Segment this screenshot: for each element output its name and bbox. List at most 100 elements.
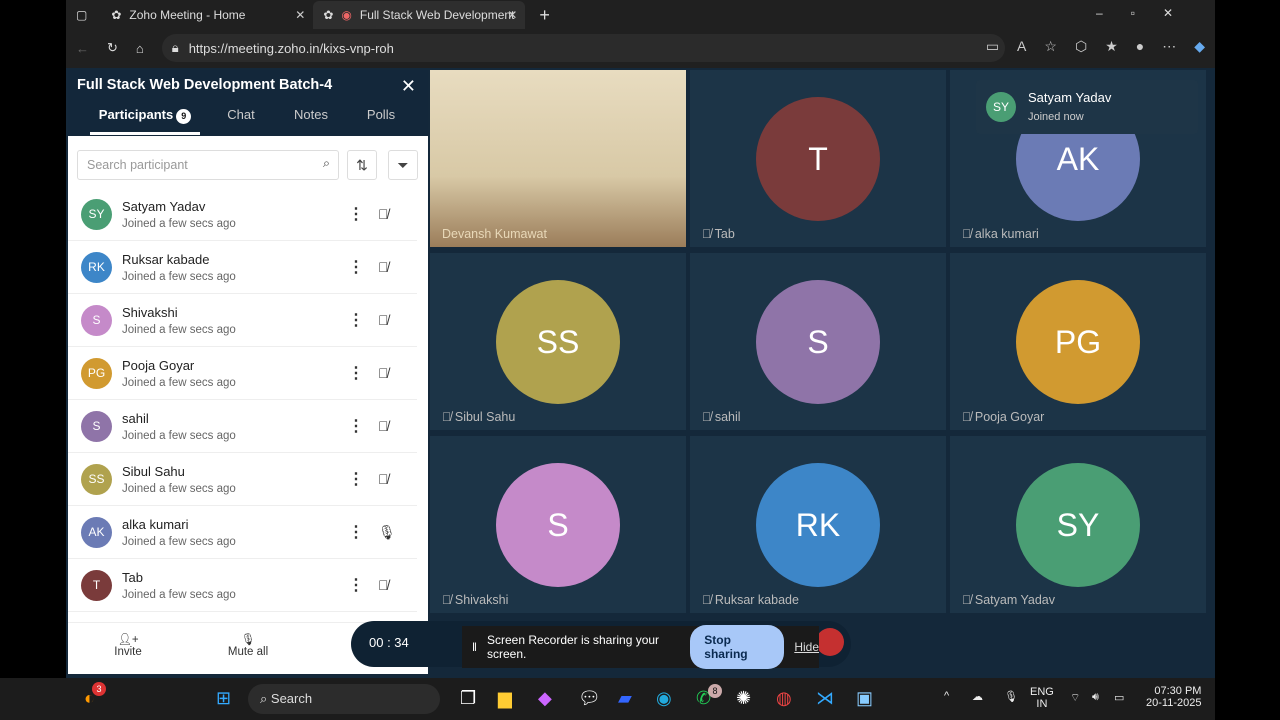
participant-tile[interactable]: SS 🎙̸ Sibul Sahu (430, 253, 686, 430)
recording-icon: ◉ (341, 8, 352, 22)
url-bar[interactable]: 🔒︎ https://meeting.zoho.in/kixs-vnp-roh (161, 34, 1005, 62)
close-panel-icon[interactable]: ✕ (401, 76, 416, 97)
invite-button[interactable]: 👤︎+ Invite (68, 623, 188, 674)
taskbar-search[interactable]: ⌕ Search (248, 684, 440, 714)
favorites-icon[interactable]: ★ (1105, 38, 1118, 55)
participant-item[interactable]: SS Sibul Sahu Joined a few secs ago ⋮ 🎙̸ (68, 453, 417, 506)
edge-icon[interactable]: ◉ (656, 688, 672, 709)
language-indicator[interactable]: ENG IN (1030, 686, 1054, 710)
copilot-icon[interactable]: ◆ (1194, 38, 1205, 55)
chat-app-icon[interactable]: 💬︎ (578, 688, 601, 709)
mic-muted-icon[interactable]: 🎙̸ (378, 577, 389, 593)
refresh-icon[interactable]: ↻ (107, 40, 118, 56)
participant-tile[interactable]: RK 🎙̸ Ruksar kabade (690, 436, 946, 613)
participant-name: alka kumari (122, 516, 189, 532)
more-options-icon[interactable]: ⋮ (348, 310, 364, 330)
sort-button[interactable]: ⇅ (347, 150, 377, 180)
extensions-icon[interactable]: ⬡ (1075, 38, 1087, 55)
meeting-title: Full Stack Web Development Batch-4 (77, 77, 333, 93)
participant-item[interactable]: S Shivakshi Joined a few secs ago ⋮ 🎙̸ (68, 294, 417, 347)
profile-avatar[interactable]: ● (1136, 38, 1144, 55)
onedrive-icon[interactable]: ☁ (972, 690, 983, 703)
new-tab-button[interactable]: + (525, 5, 550, 26)
drag-handle-icon[interactable]: ‖ (472, 640, 477, 654)
read-aloud-icon[interactable]: A (1017, 38, 1026, 55)
tab-participants[interactable]: Participants 9 (90, 107, 200, 135)
mic-muted-icon[interactable]: 🎙̸ (378, 206, 389, 222)
participant-status: Joined a few secs ago (122, 270, 236, 283)
more-options-icon[interactable]: ⋮ (348, 416, 364, 436)
participant-item[interactable]: AK alka kumari Joined a few secs ago ⋮ 🎙… (68, 506, 417, 559)
mic-muted-icon[interactable]: 🎙̸ (378, 418, 389, 434)
stop-sharing-button[interactable]: Stop sharing (690, 625, 785, 669)
tab-zoho-home[interactable]: ✿ Zoho Meeting - Home ✕ (101, 1, 313, 29)
clock[interactable]: 07:30 PM 20-11-2025 (1146, 685, 1201, 709)
favorite-icon[interactable]: ☆ (1044, 38, 1057, 55)
participant-video-tile[interactable]: Devansh Kumawat (430, 70, 686, 247)
tab-actions-icon[interactable]: ▢ (66, 8, 101, 22)
volume-icon[interactable]: 🔊︎ (1092, 691, 1099, 704)
mic-muted-icon[interactable]: 🎙̸ (378, 259, 389, 275)
start-icon[interactable]: ⊞ (216, 688, 231, 709)
participant-item[interactable]: RK Ruksar kabade Joined a few secs ago ⋮… (68, 241, 417, 294)
mic-icon[interactable]: 🎙︎ (1004, 690, 1018, 703)
browser-window: ▢ ✿ Zoho Meeting - Home ✕ ✿ ◉ Full Stack Web… (66, 0, 1215, 678)
mic-icon[interactable]: 🎙︎ (378, 524, 396, 541)
task-view-icon[interactable]: ❐ (460, 688, 476, 709)
chrome-icon[interactable]: ◍ (776, 688, 792, 709)
vscode-icon[interactable]: ⋊ (816, 688, 834, 709)
mic-muted-icon[interactable]: 🎙̸ (378, 471, 389, 487)
leave-call-button[interactable] (816, 628, 844, 656)
cast-icon[interactable]: ▭ (986, 38, 999, 55)
whatsapp-badge: 8 (708, 684, 722, 698)
avatar: PG (81, 357, 112, 389)
menu-icon[interactable]: ⋯ (1162, 38, 1176, 55)
close-tab-icon[interactable]: ✕ (295, 8, 305, 22)
tab-chat[interactable]: Chat (200, 107, 282, 135)
app-icon[interactable]: ▰ (618, 688, 632, 709)
participant-tile[interactable]: S 🎙̸ sahil (690, 253, 946, 430)
tab-notes[interactable]: Notes (282, 107, 340, 135)
home-icon[interactable]: ⌂ (136, 41, 144, 56)
copilot-icon[interactable]: ◆ (538, 688, 552, 709)
participant-item[interactable]: SY Satyam Yadav Joined a few secs ago ⋮ … (68, 188, 417, 241)
screen-recorder-icon[interactable]: ▣ (856, 688, 873, 709)
participant-item[interactable]: T Tab Joined a few secs ago ⋮ 🎙̸ (68, 559, 417, 612)
avatar: PG (1016, 279, 1140, 404)
file-explorer-icon[interactable]: ▆ (498, 688, 512, 709)
participant-tile[interactable]: S 🎙̸ Shivakshi (430, 436, 686, 613)
participant-tile[interactable]: T 🎙̸ Tab (690, 70, 946, 247)
tile-name: 🎙̸ Sibul Sahu (442, 410, 516, 424)
screen-share-bar: ‖ Screen Recorder is sharing your screen… (462, 625, 819, 669)
participant-item[interactable]: S sahil Joined a few secs ago ⋮ 🎙̸ (68, 400, 417, 453)
more-options-icon[interactable]: ⋮ (348, 363, 364, 383)
tab-meeting[interactable]: ✿ ◉ Full Stack Web Development ✕ (313, 1, 526, 29)
filter-button[interactable]: ⏷ (388, 150, 418, 180)
tab-polls[interactable]: Polls (340, 107, 422, 135)
more-options-icon[interactable]: ⋮ (348, 204, 364, 224)
video-grid: Devansh Kumawat T 🎙̸ Tab AK 🎙̸ alka kumari SS… (430, 70, 1208, 613)
show-hidden-icons[interactable]: ^ (944, 690, 949, 702)
participant-tile[interactable]: PG 🎙̸ Pooja Goyar (950, 253, 1206, 430)
participant-count-badge: 9 (176, 109, 192, 124)
wifi-icon[interactable]: ⌔ (1070, 691, 1080, 705)
back-icon[interactable]: ← (76, 41, 89, 56)
participant-name: Sibul Sahu (122, 463, 185, 479)
participant-item[interactable]: PG Pooja Goyar Joined a few secs ago ⋮ 🎙… (68, 347, 417, 400)
more-options-icon[interactable]: ⋮ (348, 257, 364, 277)
mute-all-button[interactable]: 🎙︎ Mute all (188, 623, 308, 674)
mic-muted-icon[interactable]: 🎙̸ (378, 365, 389, 381)
more-options-icon[interactable]: ⋮ (348, 469, 364, 489)
chatgpt-icon[interactable]: ✺ (736, 688, 751, 709)
search-participant-input[interactable]: Search participant ⌕ (77, 150, 339, 180)
tile-name: 🎙̸ Shivakshi (442, 593, 509, 607)
mic-muted-icon[interactable]: 🎙̸ (378, 312, 389, 328)
more-options-icon[interactable]: ⋮ (348, 575, 364, 595)
battery-icon[interactable]: ▭ (1114, 691, 1124, 704)
window-controls[interactable]: –▫✕ (1096, 6, 1201, 20)
participant-status: Joined a few secs ago (122, 482, 236, 495)
hide-button[interactable]: Hide (794, 640, 819, 654)
more-options-icon[interactable]: ⋮ (348, 522, 364, 542)
close-tab-icon[interactable]: ✕ (507, 8, 517, 22)
participant-tile[interactable]: SY 🎙̸ Satyam Yadav (950, 436, 1206, 613)
